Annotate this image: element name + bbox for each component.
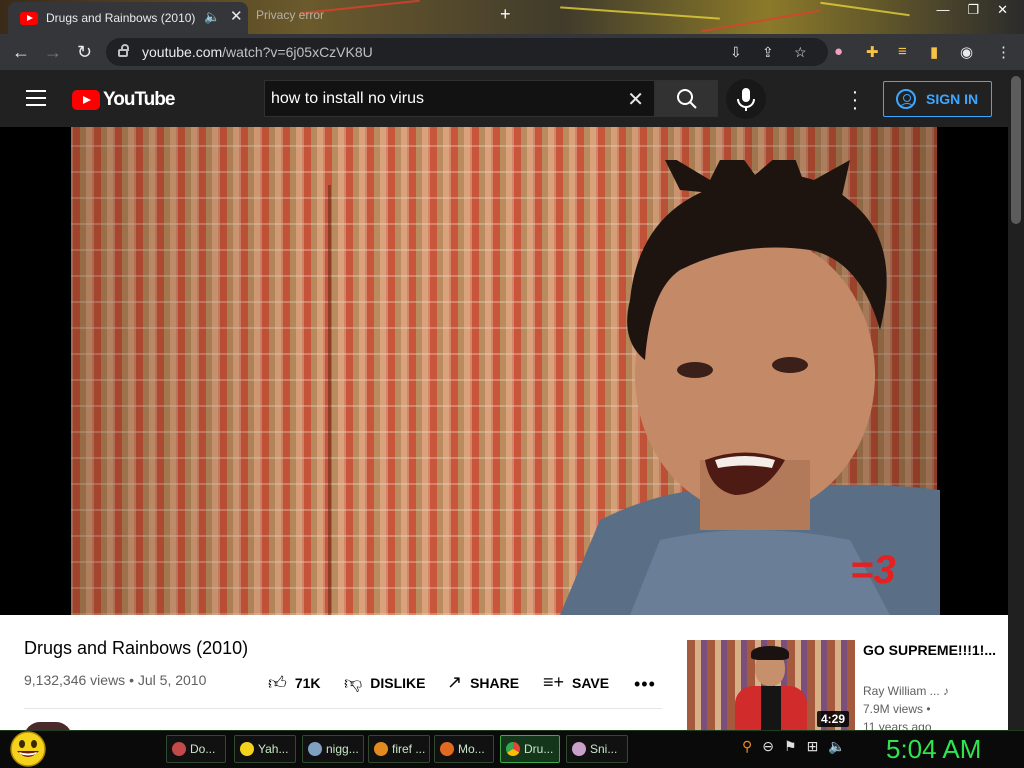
app-icon <box>308 742 322 756</box>
share-label: SHARE <box>470 674 520 691</box>
taskbar-item-active[interactable]: Dru... <box>500 735 560 763</box>
related-video-duration: 4:29 <box>817 711 850 727</box>
video-person-figure <box>560 160 940 615</box>
music-note-icon: ♪ <box>943 684 950 698</box>
playlist-add-icon: ≡+ <box>543 672 565 692</box>
taskbar-item[interactable]: Mo... <box>434 735 494 763</box>
thumbs-down-icon: 👎︎ <box>344 673 363 693</box>
save-label: SAVE <box>572 674 610 691</box>
search-tray-icon[interactable]: ⚲ <box>742 738 752 755</box>
more-actions-icon[interactable]: ••• <box>634 674 656 695</box>
like-count: 71K <box>294 675 321 691</box>
hamburger-menu-icon[interactable] <box>26 90 46 106</box>
share-arrow-icon: ↗ <box>447 672 463 692</box>
lock-icon[interactable] <box>118 44 129 57</box>
settings-more-icon[interactable]: · · · <box>850 82 860 118</box>
back-icon[interactable]: ← <box>12 42 30 63</box>
minimize-icon[interactable]: — <box>936 2 949 18</box>
bookmark-star-icon[interactable]: ☆ <box>794 44 807 61</box>
search-icon <box>677 89 697 109</box>
voice-search-button[interactable] <box>726 79 766 119</box>
upload-date: Jul 5, 2010 <box>137 672 207 688</box>
video-wall-corner <box>328 185 331 615</box>
taskbar-item[interactable]: firef ... <box>368 735 430 763</box>
media-control-icon[interactable]: ≡ <box>898 43 907 60</box>
tab-active[interactable]: Drugs and Rainbows (2010) 🔈 ✕ <box>8 2 248 34</box>
search-input[interactable]: how to install no virus ✕ <box>264 80 655 117</box>
youtube-favicon-icon <box>20 12 38 25</box>
sign-in-button[interactable]: SIGN IN <box>883 81 992 117</box>
sign-in-label: SIGN IN <box>926 91 979 107</box>
taskbar-item[interactable]: Yah... <box>234 735 296 763</box>
taskbar-item[interactable]: Sni... <box>566 735 628 763</box>
dislike-label: DISLIKE <box>370 675 426 691</box>
firefox-icon <box>440 742 454 756</box>
save-button[interactable]: ≡+ SAVE <box>543 672 609 693</box>
account-icon <box>896 89 916 109</box>
chrome-icon <box>506 742 520 756</box>
youtube-logo-text: YouTube <box>103 89 175 110</box>
tab-title: Drugs and Rainbows (2010) <box>46 11 196 25</box>
video-title: Drugs and Rainbows (2010) <box>24 638 249 658</box>
video-meta: 9,132,346 views • Jul 5, 2010 <box>24 672 207 688</box>
clear-search-icon[interactable]: ✕ <box>627 87 644 112</box>
flag-icon[interactable]: ⚑ <box>784 738 797 755</box>
app-icon <box>572 742 586 756</box>
thumbs-up-icon: 👍︎ <box>268 673 287 693</box>
restore-icon[interactable]: ❐ <box>967 2 979 18</box>
search-button[interactable] <box>655 80 718 117</box>
share-button[interactable]: ↗ SHARE <box>447 672 519 693</box>
forward-icon[interactable]: → <box>44 42 62 63</box>
app-icon <box>172 742 186 756</box>
taskbar-clock[interactable]: 5:04 AM <box>886 734 981 765</box>
related-video-title[interactable]: GO SUPREME!!!1!... <box>863 640 1003 660</box>
volume-icon[interactable]: 🔈 <box>828 738 845 755</box>
related-video-views: 7.9M views • <box>863 702 931 716</box>
video-overlay-text: =3 <box>850 548 896 592</box>
related-video-channel[interactable]: Ray William ... ♪ <box>863 684 949 698</box>
reload-icon[interactable]: ↻ <box>77 42 92 63</box>
search-icon <box>374 742 388 756</box>
smiley-icon <box>240 742 254 756</box>
install-app-icon[interactable]: ⇩ <box>730 44 742 61</box>
youtube-header: YouTube how to install no virus ✕ · · · SI… <box>0 70 1008 127</box>
taskbar-item[interactable]: Do... <box>166 735 226 763</box>
divider <box>24 708 662 709</box>
network-icon[interactable]: ⊞ <box>807 738 819 755</box>
tab-audio-icon[interactable]: 🔈 <box>204 9 220 25</box>
dislike-button[interactable]: 👎︎ DISLIKE <box>344 672 426 694</box>
taskbar-item[interactable]: nigg... <box>302 735 364 763</box>
extensions-puzzle-icon[interactable]: ✚ <box>866 43 879 61</box>
tab-close-icon[interactable]: ✕ <box>230 7 243 25</box>
system-tray: ⚲ ⊖ ⚑ ⊞ 🔈 <box>742 738 846 755</box>
view-count: 9,132,346 views <box>24 672 126 688</box>
browser-menu-icon[interactable]: ⋮ <box>996 43 1011 61</box>
tab-privacy-error[interactable]: Privacy error <box>256 8 324 22</box>
share-page-icon[interactable]: ⇪ <box>762 44 774 61</box>
minus-circle-icon[interactable]: ⊖ <box>762 738 774 755</box>
microphone-icon <box>737 88 755 111</box>
start-smiley-icon[interactable] <box>8 731 48 767</box>
youtube-play-icon <box>72 90 100 110</box>
window-controls: — ❐ ✕ <box>936 2 1008 18</box>
new-tab-icon[interactable]: + <box>500 4 511 25</box>
window-close-icon[interactable]: ✕ <box>997 2 1008 18</box>
search-query: how to install no virus <box>271 90 424 107</box>
youtube-logo[interactable]: YouTube <box>72 89 175 111</box>
browser-toolbar: ← → ↻ youtube.com/watch?v=6j05xCzVK8U ⇩ … <box>0 34 1024 70</box>
address-bar[interactable]: youtube.com/watch?v=6j05xCzVK8U ⇩ ⇪ ☆ <box>106 38 828 66</box>
side-panel-icon[interactable]: ▮ <box>930 43 938 61</box>
address-url: youtube.com/watch?v=6j05xCzVK8U <box>142 44 373 60</box>
scrollbar-thumb[interactable] <box>1011 76 1021 224</box>
extension-flag-icon[interactable]: ● <box>834 43 843 60</box>
profile-icon[interactable]: ◉ <box>960 43 973 61</box>
like-button[interactable]: 👍︎ 71K <box>268 672 321 694</box>
